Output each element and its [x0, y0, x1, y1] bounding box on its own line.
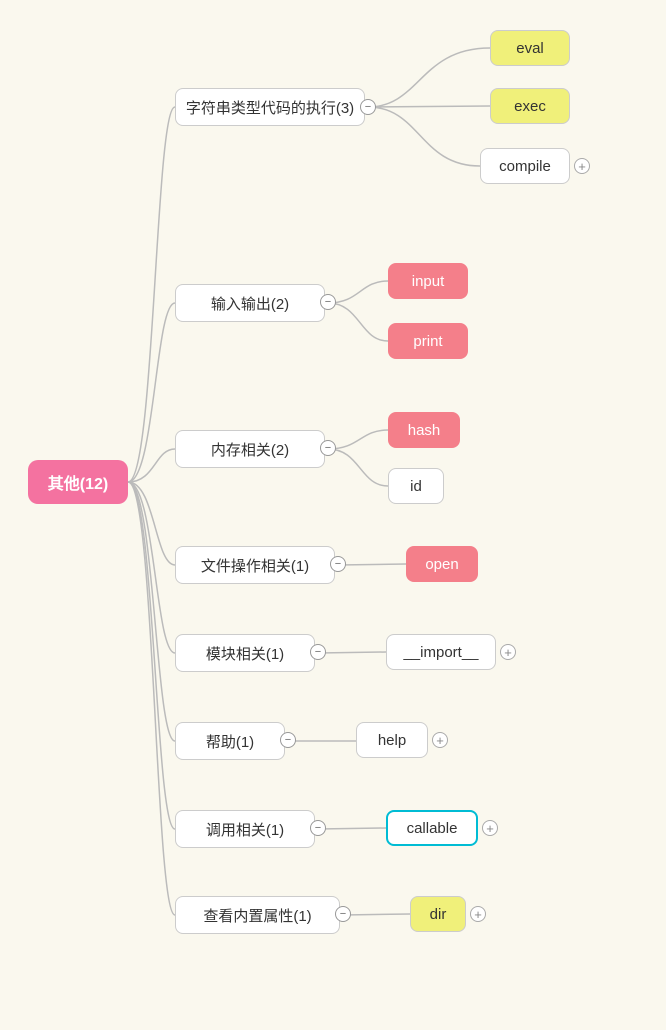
cat6-connector[interactable]: −	[280, 732, 296, 748]
cat2-node[interactable]: 输入输出(2)	[175, 284, 325, 322]
leaf-callable-label: callable	[407, 820, 458, 837]
cat1-node[interactable]: 字符串类型代码的执行(3)	[175, 88, 365, 126]
leaf-hash-label: hash	[408, 422, 441, 439]
leaf-hash[interactable]: hash	[388, 412, 460, 448]
callable-plus[interactable]: +	[482, 820, 498, 836]
leaf-open[interactable]: open	[406, 546, 478, 582]
help-plus[interactable]: +	[432, 732, 448, 748]
cat8-label: 查看内置属性(1)	[203, 905, 311, 926]
leaf-import[interactable]: __import__	[386, 634, 496, 670]
leaf-import-label: __import__	[403, 644, 478, 661]
cat4-label: 文件操作相关(1)	[201, 555, 309, 576]
cat6-label: 帮助(1)	[206, 731, 254, 752]
cat2-connector[interactable]: −	[320, 294, 336, 310]
leaf-input[interactable]: input	[388, 263, 468, 299]
cat6-node[interactable]: 帮助(1)	[175, 722, 285, 760]
cat1-label: 字符串类型代码的执行(3)	[186, 97, 354, 118]
leaf-print[interactable]: print	[388, 323, 468, 359]
leaf-eval-label: eval	[516, 40, 544, 57]
cat4-connector[interactable]: −	[330, 556, 346, 572]
leaf-callable[interactable]: callable	[386, 810, 478, 846]
leaf-print-label: print	[413, 333, 442, 350]
leaf-dir-label: dir	[430, 906, 447, 923]
leaf-eval[interactable]: eval	[490, 30, 570, 66]
mind-map: 其他(12) 字符串类型代码的执行(3) − eval exec compile…	[0, 0, 666, 1030]
cat7-label: 调用相关(1)	[206, 819, 284, 840]
cat3-connector[interactable]: −	[320, 440, 336, 456]
compile-plus[interactable]: +	[574, 158, 590, 174]
cat1-connector[interactable]: −	[360, 99, 376, 115]
cat4-node[interactable]: 文件操作相关(1)	[175, 546, 335, 584]
cat5-connector[interactable]: −	[310, 644, 326, 660]
cat5-node[interactable]: 模块相关(1)	[175, 634, 315, 672]
leaf-compile[interactable]: compile	[480, 148, 570, 184]
leaf-help[interactable]: help	[356, 722, 428, 758]
leaf-compile-label: compile	[499, 158, 551, 175]
leaf-input-label: input	[412, 273, 445, 290]
leaf-dir[interactable]: dir	[410, 896, 466, 932]
cat7-connector[interactable]: −	[310, 820, 326, 836]
import-plus[interactable]: +	[500, 644, 516, 660]
cat7-node[interactable]: 调用相关(1)	[175, 810, 315, 848]
leaf-id[interactable]: id	[388, 468, 444, 504]
cat3-node[interactable]: 内存相关(2)	[175, 430, 325, 468]
leaf-id-label: id	[410, 478, 422, 495]
root-label: 其他(12)	[48, 470, 108, 494]
cat2-label: 输入输出(2)	[211, 293, 289, 314]
cat5-label: 模块相关(1)	[206, 643, 284, 664]
dir-plus[interactable]: +	[470, 906, 486, 922]
cat8-connector[interactable]: −	[335, 906, 351, 922]
leaf-exec[interactable]: exec	[490, 88, 570, 124]
leaf-help-label: help	[378, 732, 406, 749]
root-node: 其他(12)	[28, 460, 128, 504]
cat8-node[interactable]: 查看内置属性(1)	[175, 896, 340, 934]
leaf-exec-label: exec	[514, 98, 546, 115]
cat3-label: 内存相关(2)	[211, 439, 289, 460]
leaf-open-label: open	[425, 556, 458, 573]
